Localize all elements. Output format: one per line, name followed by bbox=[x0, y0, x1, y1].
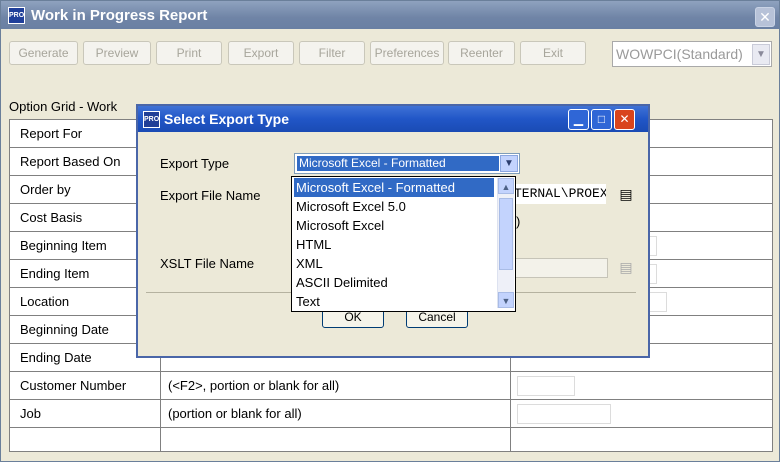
app-logo-icon: PRO bbox=[8, 7, 25, 24]
browse-icon[interactable]: ▤ bbox=[616, 184, 636, 204]
browse-icon[interactable]: ▤ bbox=[616, 257, 636, 277]
option-grid-label: Option Grid - Work bbox=[9, 99, 118, 114]
row-hint: (portion or blank for all) bbox=[168, 406, 302, 421]
export-file-label: Export File Name bbox=[160, 188, 261, 203]
filter-button[interactable]: Filter bbox=[299, 41, 365, 65]
chevron-down-icon[interactable]: ▼ bbox=[500, 155, 518, 172]
row-label: Customer Number bbox=[20, 378, 127, 393]
scroll-down-icon[interactable]: ▼ bbox=[498, 292, 514, 308]
report-version-value: WOWPCI(Standard) bbox=[616, 46, 743, 62]
list-item[interactable]: XML bbox=[294, 254, 494, 273]
generate-button[interactable]: Generate bbox=[9, 41, 78, 65]
list-item[interactable]: Microsoft Excel - Formatted bbox=[294, 178, 494, 197]
scroll-up-icon[interactable]: ▲ bbox=[498, 178, 514, 194]
window-title: Work in Progress Report bbox=[31, 7, 208, 24]
maximize-icon[interactable]: □ bbox=[591, 109, 612, 130]
row-hint: (<F2>, portion or blank for all) bbox=[168, 378, 340, 393]
xslt-file-label: XSLT File Name bbox=[160, 256, 255, 271]
exit-button[interactable]: Exit bbox=[520, 41, 586, 65]
list-item[interactable]: Text bbox=[294, 292, 494, 311]
export-type-value: Microsoft Excel - Formatted bbox=[297, 156, 499, 171]
value-cell[interactable] bbox=[517, 404, 611, 424]
title-bar[interactable]: PRO Work in Progress Report ✕ bbox=[1, 1, 779, 29]
list-item[interactable]: ASCII Delimited bbox=[294, 273, 494, 292]
dropdown-scrollbar[interactable]: ▲ ▼ bbox=[497, 178, 514, 308]
paren-text: ) bbox=[516, 214, 521, 229]
list-item[interactable]: Microsoft Excel 5.0 bbox=[294, 197, 494, 216]
report-version-select[interactable]: WOWPCI(Standard) ▼ bbox=[612, 41, 772, 67]
row-label bbox=[20, 428, 160, 455]
app-logo-icon: PRO bbox=[143, 111, 160, 128]
reenter-button[interactable]: Reenter bbox=[448, 41, 515, 65]
export-type-label: Export Type bbox=[160, 156, 230, 171]
close-icon[interactable]: ✕ bbox=[614, 109, 635, 130]
grid-row[interactable]: Job (portion or blank for all) bbox=[10, 400, 772, 428]
dialog-title-bar[interactable]: PRO Select Export Type ▁ □ ✕ bbox=[138, 106, 648, 132]
grid-row[interactable] bbox=[10, 428, 772, 455]
close-icon[interactable]: ✕ bbox=[755, 7, 775, 27]
dialog-title: Select Export Type bbox=[164, 111, 290, 127]
export-file-field[interactable]: TERNAL\PROEX bbox=[514, 184, 606, 204]
list-item[interactable]: Microsoft Excel bbox=[294, 216, 494, 235]
export-type-dropdown-list[interactable]: Microsoft Excel - Formatted Microsoft Ex… bbox=[291, 176, 516, 312]
print-button[interactable]: Print bbox=[156, 41, 222, 65]
xslt-file-field[interactable] bbox=[514, 258, 608, 278]
preview-button[interactable]: Preview bbox=[83, 41, 151, 65]
export-type-select[interactable]: Microsoft Excel - Formatted ▼ bbox=[294, 153, 520, 174]
chevron-down-icon[interactable]: ▼ bbox=[752, 44, 770, 65]
preferences-button[interactable]: Preferences bbox=[370, 41, 444, 65]
export-button[interactable]: Export bbox=[228, 41, 294, 65]
scroll-thumb[interactable] bbox=[499, 198, 513, 270]
minimize-icon[interactable]: ▁ bbox=[568, 109, 589, 130]
list-item[interactable]: HTML bbox=[294, 235, 494, 254]
value-cell[interactable] bbox=[517, 376, 575, 396]
row-label: Job bbox=[20, 406, 41, 421]
grid-row[interactable]: Customer Number (<F2>, portion or blank … bbox=[10, 372, 772, 400]
